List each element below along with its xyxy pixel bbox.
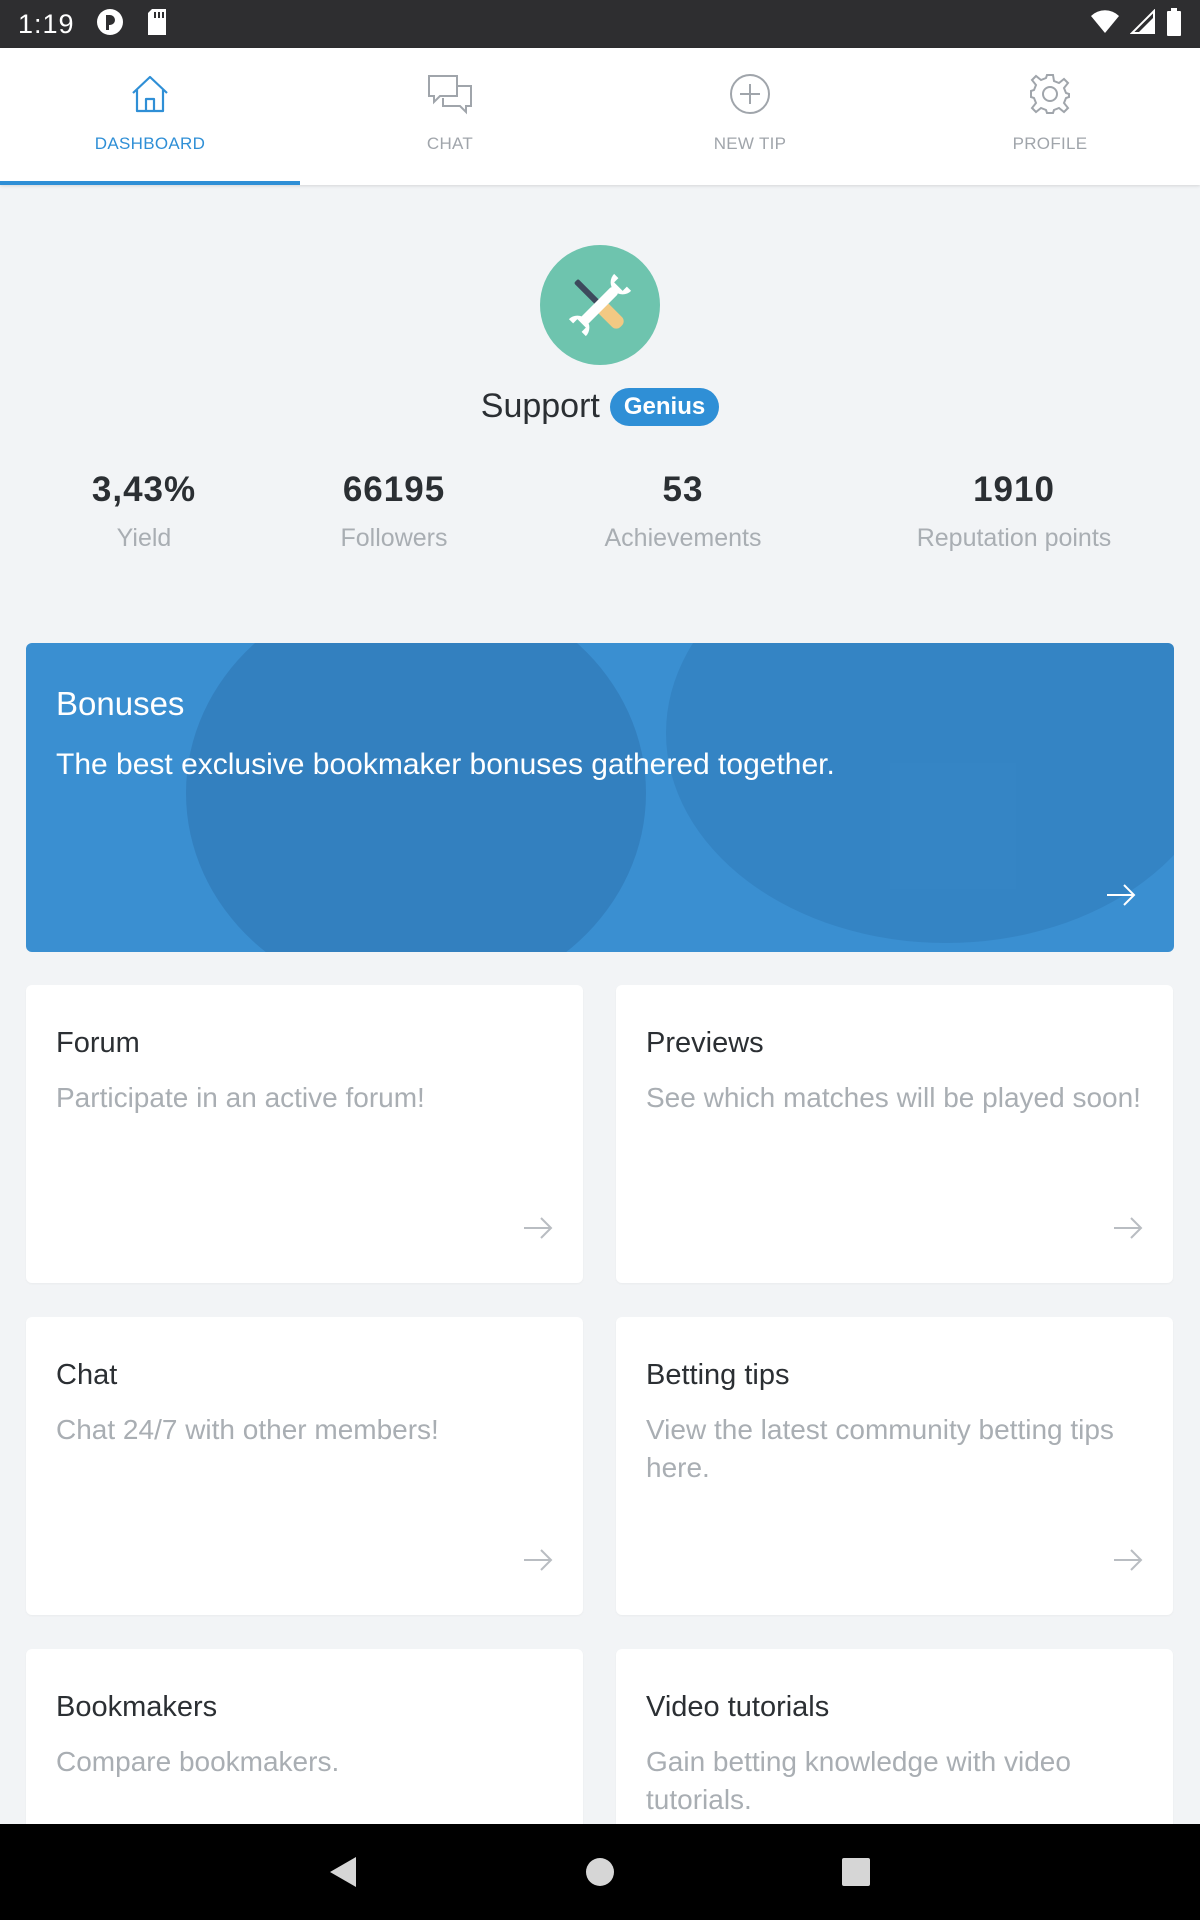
banner-description: The best exclusive bookmaker bonuses gat… — [56, 748, 835, 781]
tools-icon — [568, 273, 632, 337]
card-description: Participate in an active forum! — [56, 1082, 425, 1113]
stat-value: 53 — [662, 470, 704, 509]
tab-label: PROFILE — [1012, 134, 1088, 153]
card-title: Video tutorials — [646, 1691, 830, 1723]
arrow-right-icon — [523, 1548, 553, 1577]
battery-icon — [1166, 7, 1182, 41]
tab-label: NEW TIP — [713, 134, 787, 153]
home-icon — [126, 70, 174, 118]
stats-row: 3,43% Yield 66195 Followers 53 Achieveme… — [0, 470, 1200, 560]
arrow-right-icon — [1106, 883, 1136, 912]
card-betting-tips[interactable]: Betting tips View the latest community b… — [616, 1317, 1173, 1615]
card-description: Chat 24/7 with other members! — [56, 1414, 439, 1445]
arrow-right-icon — [523, 1216, 553, 1245]
back-triangle-icon — [330, 1857, 356, 1887]
card-description: Compare bookmakers. — [56, 1746, 340, 1777]
app-notification-icon — [95, 7, 125, 42]
profile-name: Support — [480, 387, 600, 425]
bonuses-banner[interactable]: Bonuses The best exclusive bookmaker bon… — [26, 643, 1174, 952]
stat-followers[interactable]: 66195 Followers — [341, 470, 448, 553]
stat-achievements[interactable]: 53 Achievements — [604, 470, 761, 553]
card-previews[interactable]: Previews See which matches will be playe… — [616, 985, 1173, 1283]
stat-value: 1910 — [973, 470, 1055, 509]
profile-header: Support Genius — [0, 245, 1200, 426]
stat-label: Achievements — [604, 524, 762, 552]
tab-chat[interactable]: CHAT — [300, 48, 600, 185]
chat-bubbles-icon — [426, 70, 474, 118]
signal-icon — [1129, 8, 1156, 40]
tab-bar: DASHBOARD CHAT NEW TIP PROFILE — [0, 48, 1200, 185]
card-chat[interactable]: Chat Chat 24/7 with other members! — [26, 1317, 583, 1615]
arrow-right-icon — [1113, 1548, 1143, 1577]
card-description: See which matches will be played soon! — [646, 1082, 1141, 1113]
card-title: Forum — [56, 1027, 140, 1059]
stat-label: Yield — [116, 524, 172, 552]
arrow-right-icon — [1113, 1216, 1143, 1245]
rank-badge: Genius — [609, 387, 720, 426]
card-title: Previews — [646, 1027, 764, 1059]
recents-button[interactable] — [816, 1824, 896, 1920]
stat-yield[interactable]: 3,43% Yield — [92, 470, 196, 553]
recents-square-icon — [842, 1858, 870, 1886]
stat-value: 3,43% — [91, 470, 197, 509]
system-navigation-bar — [0, 1824, 1200, 1920]
stat-reputation[interactable]: 1910 Reputation points — [917, 470, 1112, 553]
back-button[interactable] — [303, 1824, 383, 1920]
card-description: View the latest community betting tips h… — [646, 1414, 1114, 1483]
stat-label: Followers — [340, 524, 448, 552]
home-button[interactable] — [560, 1824, 640, 1920]
stat-label: Reputation points — [916, 524, 1112, 552]
home-circle-icon — [586, 1858, 614, 1886]
card-title: Bookmakers — [56, 1691, 218, 1723]
banner-background-decoration — [666, 643, 1174, 943]
avatar[interactable] — [540, 245, 660, 365]
wifi-icon — [1090, 9, 1120, 40]
banner-title: Bonuses — [56, 685, 185, 722]
card-title: Betting tips — [646, 1359, 790, 1391]
tab-label: CHAT — [426, 134, 474, 153]
banner-background-decoration — [186, 643, 646, 952]
tab-label: DASHBOARD — [94, 134, 206, 153]
tab-dashboard[interactable]: DASHBOARD — [0, 48, 300, 185]
tab-profile[interactable]: PROFILE — [900, 48, 1200, 185]
sd-card-icon — [145, 7, 169, 42]
plus-circle-icon — [726, 70, 774, 118]
card-forum[interactable]: Forum Participate in an active forum! — [26, 985, 583, 1283]
status-time: 1:19 — [18, 8, 75, 39]
status-bar: 1:19 — [0, 0, 1200, 48]
tab-new-tip[interactable]: NEW TIP — [600, 48, 900, 185]
gear-icon — [1026, 70, 1074, 118]
stat-value: 66195 — [342, 470, 446, 509]
card-description: Gain betting knowledge with video tutori… — [646, 1746, 1071, 1815]
card-title: Chat — [56, 1359, 118, 1391]
